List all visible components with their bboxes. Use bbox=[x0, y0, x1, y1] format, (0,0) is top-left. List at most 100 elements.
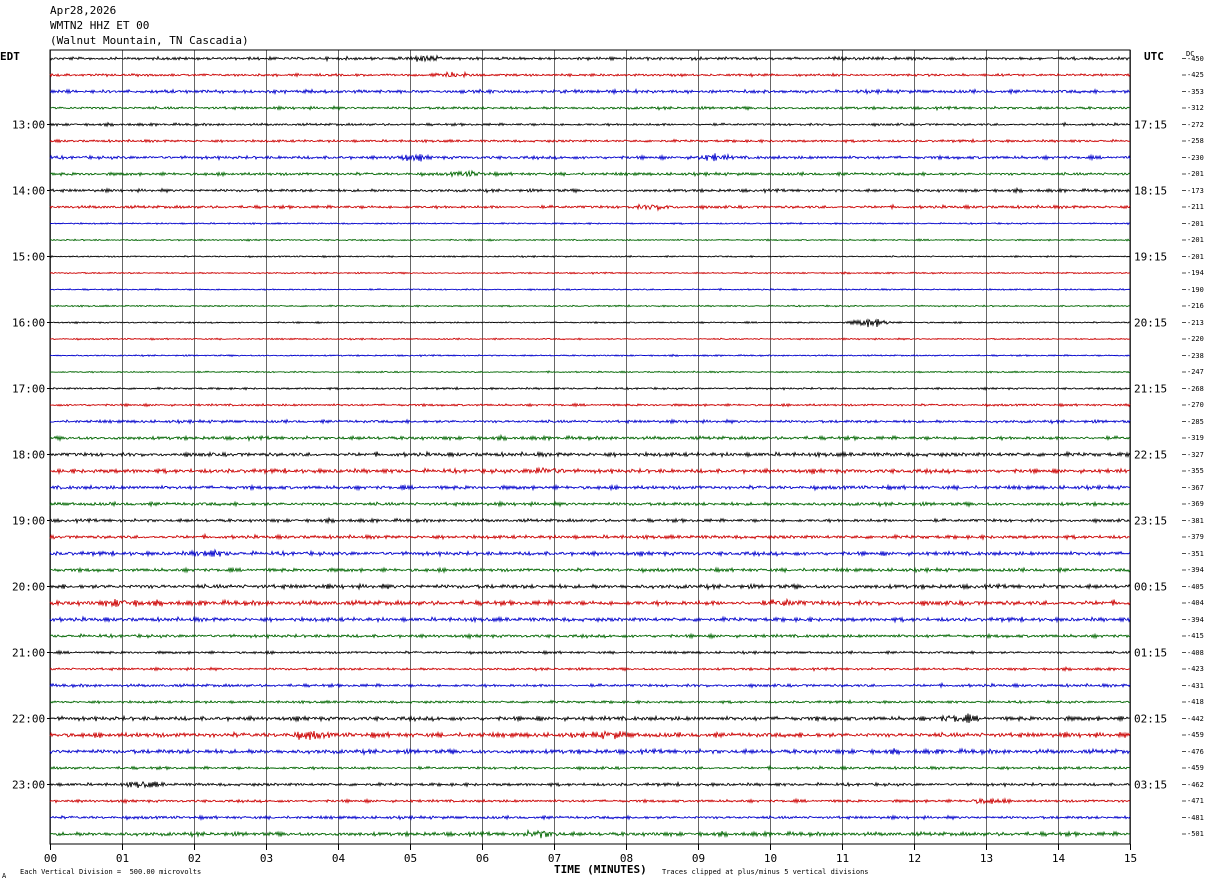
seismic-trace bbox=[49, 353, 1131, 358]
dc-offset-label: -220 bbox=[1187, 335, 1204, 343]
right-time-label: 00:15 bbox=[1134, 580, 1168, 593]
seismic-trace bbox=[49, 70, 1131, 79]
dc-offset-label: -247 bbox=[1187, 368, 1204, 376]
right-time-label: 19:15 bbox=[1134, 250, 1168, 263]
dc-offset-label: -201 bbox=[1187, 252, 1204, 261]
dc-offset-label: -258 bbox=[1187, 137, 1204, 145]
seismic-trace bbox=[49, 747, 1131, 757]
x-tick-label: 12 bbox=[907, 852, 922, 865]
dc-offset-label: -462 bbox=[1187, 780, 1204, 789]
seismic-trace bbox=[49, 665, 1131, 673]
dc-offset-label: -405 bbox=[1187, 582, 1204, 591]
seismic-trace bbox=[49, 797, 1131, 805]
dc-offset-label: -415 bbox=[1187, 632, 1204, 640]
seismic-trace bbox=[49, 780, 1131, 789]
seismic-trace bbox=[49, 138, 1131, 144]
dc-offset-label: -213 bbox=[1187, 318, 1204, 327]
dc-offset-label: -431 bbox=[1187, 681, 1204, 690]
x-tick-label: 03 bbox=[259, 852, 274, 865]
x-tick-label: 01 bbox=[115, 852, 130, 865]
dc-offset-label: -216 bbox=[1187, 302, 1204, 310]
dc-offset-label: -481 bbox=[1187, 813, 1204, 822]
x-tick-label: 00 bbox=[43, 852, 58, 865]
dc-offset-label: -230 bbox=[1187, 153, 1204, 162]
dc-offset-label: -408 bbox=[1187, 648, 1204, 657]
dc-offset-label: -319 bbox=[1187, 434, 1204, 442]
dc-offset-label: -351 bbox=[1187, 549, 1204, 558]
corner-mark: A bbox=[2, 872, 7, 880]
seismic-trace bbox=[49, 271, 1131, 275]
x-tick-label: 15 bbox=[1123, 852, 1138, 865]
x-tick-label: 06 bbox=[475, 852, 490, 865]
dc-offset-label: -471 bbox=[1187, 797, 1204, 805]
dc-offset-label: -450 bbox=[1187, 54, 1204, 63]
right-time-label: 18:15 bbox=[1134, 184, 1168, 197]
scale-note: Each Vertical Division = 500.00 microvol… bbox=[20, 868, 202, 876]
x-tick-label: 09 bbox=[691, 852, 706, 865]
left-time-label: 23:00 bbox=[12, 778, 46, 791]
seismic-trace bbox=[49, 238, 1131, 242]
seismic-trace bbox=[49, 370, 1131, 374]
seismic-trace bbox=[49, 88, 1131, 96]
plot-frame bbox=[49, 49, 1131, 845]
right-time-label: 22:15 bbox=[1134, 448, 1168, 461]
dc-offset-label: -442 bbox=[1187, 714, 1204, 723]
x-tick-label: 04 bbox=[331, 852, 346, 865]
seismic-trace bbox=[49, 764, 1131, 771]
dc-offset-label: -367 bbox=[1187, 483, 1204, 492]
seismic-trace bbox=[49, 186, 1131, 195]
seismic-trace bbox=[49, 632, 1131, 640]
seismic-trace bbox=[49, 516, 1131, 525]
left-time-label: 13:00 bbox=[12, 118, 46, 131]
seismic-trace bbox=[49, 548, 1131, 558]
left-time-label: 22:00 bbox=[12, 712, 46, 725]
right-time-label: 02:15 bbox=[1134, 712, 1168, 725]
helicorder-plot bbox=[47, 49, 1186, 850]
dc-offset-label: -238 bbox=[1187, 351, 1204, 360]
dc-offset-label: -270 bbox=[1187, 401, 1204, 409]
dc-offset-label: -268 bbox=[1187, 384, 1204, 393]
left-time-label: 18:00 bbox=[12, 448, 46, 461]
right-time-label: 03:15 bbox=[1134, 778, 1168, 791]
dc-offset-label: -355 bbox=[1187, 467, 1204, 475]
x-axis-title: TIME (MINUTES) bbox=[554, 863, 647, 876]
x-tick-label: 05 bbox=[403, 852, 418, 865]
seismic-trace bbox=[49, 221, 1131, 226]
seismic-trace bbox=[49, 730, 1131, 741]
seismic-trace bbox=[49, 337, 1131, 341]
seismic-trace bbox=[49, 466, 1131, 476]
dc-offset-label: -418 bbox=[1187, 698, 1204, 706]
left-time-label: 15:00 bbox=[12, 250, 46, 263]
dc-offset-label: -425 bbox=[1187, 71, 1204, 79]
right-time-label: 23:15 bbox=[1134, 514, 1168, 527]
seismic-trace bbox=[49, 121, 1131, 128]
seismic-trace bbox=[49, 402, 1131, 408]
seismic-trace bbox=[49, 433, 1131, 443]
dc-offset-label: -379 bbox=[1187, 533, 1204, 541]
left-time-label: 20:00 bbox=[12, 580, 46, 593]
dc-offset-label: -211 bbox=[1187, 203, 1204, 211]
dc-offset-label: -394 bbox=[1187, 566, 1204, 574]
x-tick-label: 14 bbox=[1051, 852, 1066, 865]
left-time-label: 16:00 bbox=[12, 316, 46, 329]
dc-offset-label: -201 bbox=[1187, 236, 1204, 244]
x-tick-label: 11 bbox=[835, 852, 850, 865]
dc-offset-label: -327 bbox=[1187, 450, 1204, 459]
seismic-trace bbox=[49, 483, 1131, 492]
x-tick-label: 13 bbox=[979, 852, 994, 865]
dc-offset-label: -404 bbox=[1187, 599, 1204, 607]
seismic-trace bbox=[49, 418, 1131, 425]
seismic-trace bbox=[49, 304, 1131, 308]
left-time-label: 14:00 bbox=[12, 184, 46, 197]
dc-offset-label: -190 bbox=[1187, 285, 1204, 294]
seismic-trace bbox=[49, 318, 1131, 328]
seismic-trace bbox=[49, 649, 1131, 656]
x-tick-label: 10 bbox=[763, 852, 778, 865]
seismic-trace bbox=[49, 566, 1131, 574]
seismic-trace bbox=[49, 597, 1131, 608]
dc-offset-label: -423 bbox=[1187, 665, 1204, 673]
right-time-label: 17:15 bbox=[1134, 118, 1168, 131]
seismic-trace bbox=[49, 500, 1131, 508]
right-time-label: 01:15 bbox=[1134, 646, 1168, 659]
right-time-label: 20:15 bbox=[1134, 316, 1168, 329]
